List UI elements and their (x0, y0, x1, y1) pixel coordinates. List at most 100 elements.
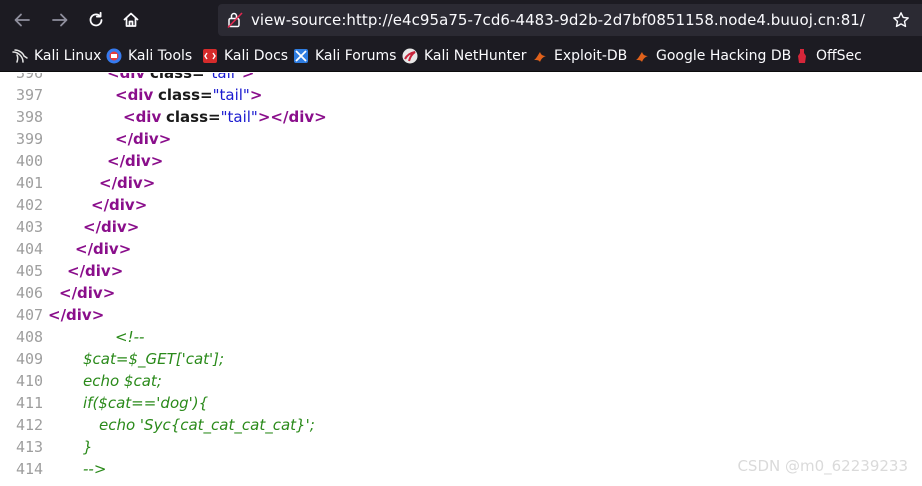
arrow-right-icon (52, 13, 68, 27)
html-closing-tag: </div> (83, 218, 140, 236)
bookmark-label: Kali NetHunter (424, 48, 527, 64)
line-number: 404 (16, 240, 44, 258)
offsec-icon (794, 48, 810, 64)
line-number: 406 (16, 284, 44, 302)
line-number: 411 (16, 394, 44, 412)
insecure-lock-icon[interactable] (226, 11, 244, 29)
reload-button[interactable] (82, 6, 110, 34)
bookmark-label: Kali Forums (315, 48, 397, 64)
forward-button[interactable] (46, 6, 74, 34)
html-attribute: class (158, 86, 201, 104)
html-attribute-value: "tail" (204, 73, 242, 82)
html-comment: echo $cat; (83, 372, 162, 390)
html-closing-tag: </div> (270, 108, 327, 126)
html-comment: $cat=$_GET['cat']; (83, 350, 225, 368)
line-number: 414 (16, 460, 44, 478)
line-code: if($cat=='dog'){ (83, 392, 208, 414)
home-button[interactable] (117, 6, 145, 34)
bookmark-exploit-db[interactable]: Exploit-DB (532, 40, 627, 72)
html-tag: > (241, 73, 255, 82)
bookmark-kali-forums[interactable]: Kali Forums (293, 40, 396, 72)
bookmark-google-hacking-db[interactable]: Google Hacking DB (634, 40, 791, 72)
kali-docs-icon (202, 48, 218, 64)
line-number: 402 (16, 196, 44, 214)
source-line: 403 </div> (0, 216, 922, 238)
back-button[interactable] (8, 6, 36, 34)
html-comment: <!-- (115, 328, 145, 346)
line-code: </div> (83, 216, 139, 238)
line-code: </div> (99, 172, 155, 194)
source-line: 396 <div class="tail"> (0, 73, 922, 84)
arrow-left-icon (14, 13, 30, 27)
line-number: 400 (16, 152, 44, 170)
line-number: 396 (16, 73, 44, 82)
line-code: <div class="tail"> (115, 84, 262, 106)
bookmark-label: OffSec (816, 48, 862, 64)
line-code: } (83, 436, 93, 458)
html-tag: > (249, 86, 263, 104)
line-number: 401 (16, 174, 44, 192)
bookmark-kali-nethunter[interactable]: Kali NetHunter (402, 40, 526, 72)
reload-icon (89, 11, 103, 27)
line-number: 397 (16, 86, 44, 104)
bookmark-kali-linux[interactable]: Kali Linux (12, 40, 101, 72)
ghdb-icon (634, 48, 650, 64)
line-code: </div> (107, 150, 163, 172)
bookmark-kali-tools[interactable]: Kali Tools (106, 40, 192, 72)
html-closing-tag: </div> (91, 196, 148, 214)
source-line: 397 <div class="tail"> (0, 84, 922, 106)
html-closing-tag: </div> (75, 240, 132, 258)
line-code: </div> (67, 260, 123, 282)
line-code: echo $cat; (83, 370, 162, 392)
kali-forums-icon (293, 48, 309, 64)
line-code: <div class="tail"></div> (123, 106, 327, 128)
csdn-watermark: CSDN @m0_62239233 (737, 457, 908, 475)
html-closing-tag: </div> (115, 130, 172, 148)
bookmark-kali-docs[interactable]: Kali Docs (202, 40, 288, 72)
bookmark-label: Kali Docs (224, 48, 289, 64)
line-code: echo 'Syc{cat_cat_cat_cat}'; (99, 414, 315, 436)
url-bar[interactable]: view-source:http://e4c95a75-7cd6-4483-9d… (218, 4, 922, 36)
line-code: $cat=$_GET['cat']; (83, 348, 224, 370)
line-code: </div> (91, 194, 147, 216)
line-number: 413 (16, 438, 44, 456)
html-comment: --> (83, 460, 107, 478)
line-code: </div> (59, 282, 115, 304)
line-number: 410 (16, 372, 44, 390)
html-closing-tag: </div> (67, 262, 124, 280)
line-code: --> (83, 458, 106, 480)
source-line: 402 </div> (0, 194, 922, 216)
browser-toolbar: view-source:http://e4c95a75-7cd6-4483-9d… (0, 0, 922, 40)
html-comment: } (83, 438, 93, 456)
html-comment: if($cat=='dog'){ (83, 394, 209, 412)
html-tag: > (257, 108, 271, 126)
html-tag: <div (123, 108, 162, 126)
source-line: 412 echo 'Syc{cat_cat_cat_cat}'; (0, 414, 922, 436)
html-attribute: class (166, 108, 209, 126)
source-line: 404 </div> (0, 238, 922, 260)
source-line: 399 </div> (0, 128, 922, 150)
line-code: <!-- (115, 326, 144, 348)
bookmark-label: Exploit-DB (554, 48, 628, 64)
bookmark-offsec[interactable]: OffSec (794, 40, 862, 72)
source-line: 401 </div> (0, 172, 922, 194)
line-number: 405 (16, 262, 44, 280)
html-closing-tag: </div> (59, 284, 116, 302)
html-closing-tag: </div> (48, 306, 105, 324)
line-number: 403 (16, 218, 44, 236)
line-code: </div> (48, 304, 104, 326)
source-line: 400 </div> (0, 150, 922, 172)
line-number: 399 (16, 130, 44, 148)
exploit-db-icon (532, 48, 548, 64)
line-number: 408 (16, 328, 44, 346)
line-number: 407 (16, 306, 44, 324)
html-comment: echo 'Syc{cat_cat_cat_cat}'; (99, 416, 315, 434)
bookmark-star-icon[interactable] (892, 11, 910, 29)
url-text[interactable]: view-source:http://e4c95a75-7cd6-4483-9d… (251, 11, 865, 29)
view-source-content: 396 <div class="tail"> 397 <div class="tail… (0, 73, 922, 486)
html-tag: <div (107, 73, 146, 82)
source-line: 411 if($cat=='dog'){ (0, 392, 922, 414)
source-line: 407 </div> (0, 304, 922, 326)
home-icon (123, 12, 139, 27)
bookmark-label: Kali Tools (128, 48, 193, 64)
